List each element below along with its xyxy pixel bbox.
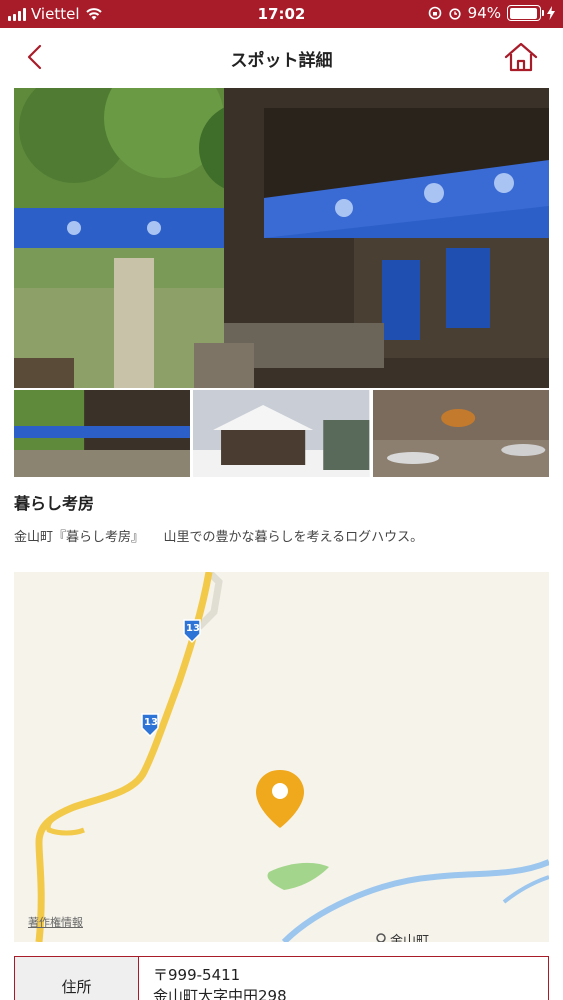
- home-icon: [504, 42, 538, 72]
- address-value: 〒999-5411 金山町大字中田298: [139, 957, 301, 1000]
- address-postal-code: 〒999-5411: [153, 966, 241, 984]
- main-photo[interactable]: [14, 88, 549, 388]
- spot-name: 暮らし考房: [14, 494, 95, 513]
- spot-description: 金山町『暮らし考房』 山里での豊かな暮らしを考えるログハウス。: [14, 530, 424, 545]
- thumbnail-1[interactable]: [14, 390, 191, 477]
- battery-fill: [509, 7, 537, 19]
- route-shield-13-upper: 13: [186, 623, 200, 634]
- battery-percent: 94%: [467, 4, 501, 22]
- thumbnail-2[interactable]: [193, 390, 370, 477]
- status-bar: Viettel 17:02 94%: [0, 0, 563, 28]
- map-canvas: [14, 572, 549, 942]
- status-right: 94%: [428, 4, 555, 22]
- map-view[interactable]: 13 13 金山町 著作権情報: [14, 572, 549, 942]
- charging-bolt-icon: [547, 6, 555, 20]
- address-row: 住所 〒999-5411 金山町大字中田298: [14, 956, 549, 1000]
- nav-bar: スポット詳細: [0, 28, 563, 86]
- address-label: 住所: [15, 957, 139, 1000]
- map-attribution-link[interactable]: 著作権情報: [28, 914, 83, 930]
- address-street: 金山町大字中田298: [153, 987, 287, 1000]
- alarm-icon: [449, 8, 461, 20]
- log-house-photo: [14, 88, 549, 388]
- route-shield-13-lower: 13: [144, 717, 158, 728]
- page-title: スポット詳細: [230, 51, 333, 71]
- photo-thumbnails: [14, 390, 549, 477]
- home-button[interactable]: [503, 40, 539, 74]
- map-place-label: 金山町: [390, 934, 430, 942]
- thumbnail-3[interactable]: [372, 390, 549, 477]
- rotation-lock-icon: [428, 6, 441, 20]
- battery-icon: [507, 5, 544, 21]
